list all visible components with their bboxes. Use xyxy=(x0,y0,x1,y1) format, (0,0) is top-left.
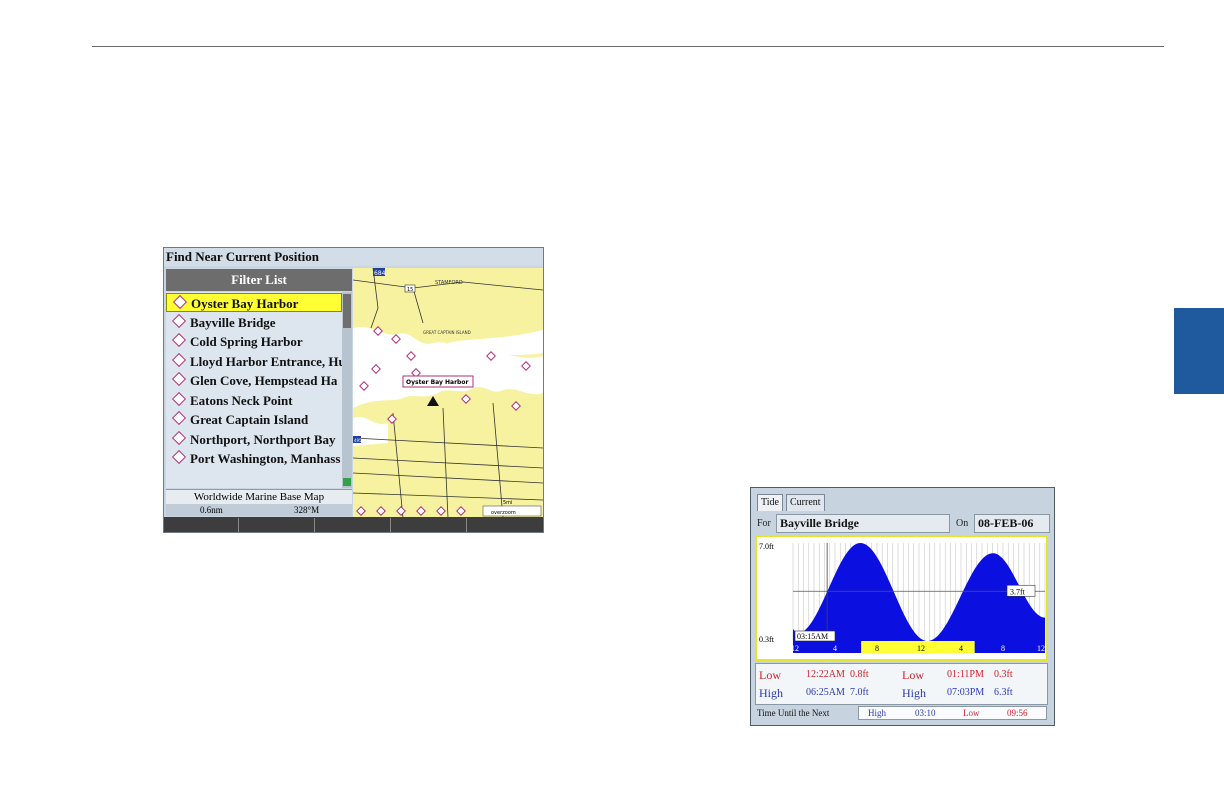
distance-bearing-bar: 0.6nm 328°M xyxy=(166,504,352,516)
x-tick-label: 12 xyxy=(917,644,925,653)
waypoint-diamond-icon xyxy=(171,449,187,465)
next-high-value: 03:10 xyxy=(915,708,936,718)
high1-height: 7.0ft xyxy=(850,687,869,698)
x-tick-label: 4 xyxy=(959,644,963,653)
next-low-value: 09:56 xyxy=(1007,708,1028,718)
current-time-label: 03:15AM xyxy=(797,632,828,641)
softkey-bar xyxy=(164,517,543,532)
list-item[interactable]: Northport, Northport Bay xyxy=(166,430,342,449)
route-495-label: 495 xyxy=(354,438,362,443)
city-label: STAMFORD xyxy=(435,280,463,286)
softkey-5[interactable] xyxy=(468,518,542,532)
low1-height: 0.8ft xyxy=(850,669,869,680)
list-item-label: Port Washington, Manhass xyxy=(190,451,341,466)
softkey-4[interactable] xyxy=(392,518,467,532)
current-level-label: 3.7ft xyxy=(1010,587,1026,596)
waypoint-diamond-icon xyxy=(171,371,187,387)
low-label-2: Low xyxy=(902,668,924,682)
waypoint-diamond-icon xyxy=(172,294,188,310)
low2-height: 0.3ft xyxy=(994,669,1013,680)
list-item-label: Cold Spring Harbor xyxy=(190,334,303,349)
waypoint-diamond-icon xyxy=(171,391,187,407)
high2-time: 07:03PM xyxy=(947,687,985,698)
waypoint-diamond-icon xyxy=(171,430,187,446)
scale-label: 5mi xyxy=(503,500,512,506)
find-near-screen: Find Near Current Position Filter List O… xyxy=(163,247,544,533)
list-item[interactable]: Oyster Bay Harbor xyxy=(166,293,342,312)
day-night-bar xyxy=(974,641,1045,653)
list-item[interactable]: Cold Spring Harbor xyxy=(166,332,342,351)
list-item[interactable]: Port Washington, Manhass xyxy=(166,449,342,468)
list-item-label: Lloyd Harbor Entrance, Hu xyxy=(190,354,342,369)
distance-value: 0.6nm xyxy=(200,505,223,515)
list-item[interactable]: Lloyd Harbor Entrance, Hu xyxy=(166,352,342,371)
softkey-1[interactable] xyxy=(164,518,239,532)
island-label: GREAT CAPTAIN ISLAND xyxy=(423,330,471,335)
day-night-bar xyxy=(793,641,862,653)
list-item-label: Oyster Bay Harbor xyxy=(191,296,299,311)
high-label: High xyxy=(759,686,783,700)
time-until-next: Time Until the Next High 03:10 Low 09:56 xyxy=(755,706,1048,721)
waypoint-diamond-icon xyxy=(171,332,187,348)
bearing-value: 328°M xyxy=(294,505,320,515)
list-item[interactable]: Eatons Neck Point xyxy=(166,391,342,410)
x-tick-label: 12 xyxy=(1037,644,1045,653)
x-tick-label: 8 xyxy=(1001,644,1005,653)
callout-label: Oyster Bay Harbor xyxy=(406,379,468,386)
results-list: Oyster Bay Harbor Bayville Bridge Cold S… xyxy=(166,292,352,488)
y-max-label: 7.0ft xyxy=(759,542,775,551)
page-title: Find Near Current Position xyxy=(164,248,543,266)
scroll-down-icon[interactable] xyxy=(343,478,351,486)
map-graphic: 684 15 STAMFORD GREAT CAPTAIN ISLAND 495 xyxy=(353,268,543,518)
high-label-2: High xyxy=(902,686,926,700)
tab-tide[interactable]: Tide xyxy=(757,494,783,511)
list-item[interactable]: Great Captain Island xyxy=(166,410,342,429)
list-item-label: Glen Cove, Hempstead Ha xyxy=(190,373,338,388)
location-field[interactable]: Bayville Bridge xyxy=(776,514,950,533)
waypoint-diamond-icon xyxy=(171,352,187,368)
x-tick-label: 8 xyxy=(875,644,879,653)
low-label: Low xyxy=(759,668,781,682)
date-field[interactable]: 08-FEB-06 xyxy=(974,514,1050,533)
chapter-tab xyxy=(1174,308,1224,394)
list-item-label: Great Captain Island xyxy=(190,412,309,427)
softkey-3[interactable] xyxy=(316,518,391,532)
list-item[interactable]: Bayville Bridge xyxy=(166,313,342,332)
next-low-label: Low xyxy=(963,708,980,718)
waypoint-diamond-icon xyxy=(171,313,187,329)
tab-current[interactable]: Current xyxy=(786,494,825,511)
base-map-label: Worldwide Marine Base Map xyxy=(166,489,352,505)
filter-list-button[interactable]: Filter List xyxy=(166,269,352,291)
chart-map[interactable]: 684 15 STAMFORD GREAT CAPTAIN ISLAND 495 xyxy=(353,268,543,518)
on-label: On xyxy=(956,518,969,529)
next-high-label: High xyxy=(868,708,886,718)
list-item-label: Northport, Northport Bay xyxy=(190,432,336,447)
list-item-label: Bayville Bridge xyxy=(190,315,276,330)
high2-height: 6.3ft xyxy=(994,687,1013,698)
tide-graph: 3.7ft 03:15AM 7.0ft 0.3ft 12 4 8 12 4 8 12 xyxy=(759,542,1046,653)
tides-screen: Tide Current For Bayville Bridge On 08-F… xyxy=(750,487,1055,726)
list-scrollbar[interactable] xyxy=(342,292,352,488)
tide-chart: 3.7ft 03:15AM 7.0ft 0.3ft 12 4 8 12 4 8 12 xyxy=(755,535,1048,661)
y-min-label: 0.3ft xyxy=(759,635,775,644)
scrollbar-thumb[interactable] xyxy=(343,294,351,328)
low1-time: 12:22AM xyxy=(806,669,845,680)
softkey-2[interactable] xyxy=(240,518,315,532)
x-tick-label: 4 xyxy=(833,644,837,653)
waypoint-diamond-icon xyxy=(171,410,187,426)
page-rule xyxy=(92,46,1164,47)
high1-time: 06:25AM xyxy=(806,687,845,698)
low2-time: 01:11PM xyxy=(947,669,984,680)
x-tick-label: 12 xyxy=(791,644,799,653)
time-until-label: Time Until the Next xyxy=(757,708,830,718)
for-label: For xyxy=(757,518,771,529)
tide-times-table: Low 12:22AM 0.8ft Low 01:11PM 0.3ft High… xyxy=(755,663,1048,705)
list-item-label: Eatons Neck Point xyxy=(190,393,293,408)
route-15-label: 15 xyxy=(407,287,413,293)
list-item[interactable]: Glen Cove, Hempstead Ha xyxy=(166,371,342,390)
route-684-label: 684 xyxy=(374,270,386,277)
overzoom-label: overzoom xyxy=(491,510,516,516)
